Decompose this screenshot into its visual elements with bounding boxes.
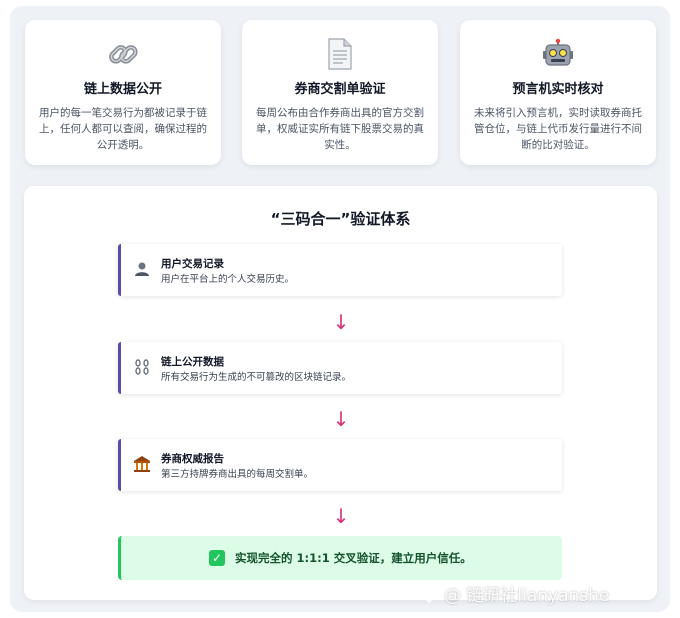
watermark-logo-icon [418, 582, 440, 604]
step-description: 用户在平台上的个人交易历史。 [161, 274, 295, 285]
feature-card-onchain: 链上数据公开 用户的每一笔交易行为都被记录于链上，任何人都可以查阅，确保过程的公… [25, 20, 221, 165]
bank-icon [133, 454, 151, 474]
verification-panel: “三码合一”验证体系 用户交易记录 用户在平台上的个人交易历史。 ↓ 链上公开数… [24, 186, 657, 600]
result-text: 实现完全的 1:1:1 交叉验证，建立用户信任。 [235, 551, 472, 565]
card-title: 券商交割单验证 [294, 82, 386, 97]
chain-icon [133, 357, 151, 377]
step-onchain-data: 链上公开数据 所有交易行为生成的不可篡改的区块链记录。 [118, 342, 562, 394]
step-title: 券商权威报告 [161, 453, 224, 465]
card-title: 链上数据公开 [83, 82, 162, 97]
chain-link-icon [25, 38, 221, 70]
down-arrow-icon: ↓ [332, 504, 350, 528]
card-description: 用户的每一笔交易行为都被记录于链上，任何人都可以查阅，确保过程的公开透明。 [39, 107, 207, 151]
user-icon [133, 259, 151, 279]
card-description: 每周公布由合作券商出具的官方交割单，权威证实所有链下股票交易的真实性。 [256, 107, 424, 151]
step-title: 用户交易记录 [161, 258, 224, 270]
step-title: 链上公开数据 [161, 356, 224, 368]
panel-title: “三码合一”验证体系 [270, 210, 411, 228]
step-description: 所有交易行为生成的不可篡改的区块链记录。 [161, 372, 352, 383]
card-title: 预言机实时核对 [512, 82, 604, 97]
feature-card-broker: 券商交割单验证 每周公布由合作券商出具的官方交割单，权威证实所有链下股票交易的真… [242, 20, 438, 165]
down-arrow-icon: ↓ [332, 310, 350, 334]
document-icon [242, 38, 438, 70]
watermark: @ 链研社lianyanshe [418, 580, 609, 606]
robot-icon [460, 38, 656, 70]
card-description: 未来将引入预言机，实时读取券商托管仓位，与链上代币发行量进行不间断的比对验证。 [474, 107, 642, 151]
step-broker-report: 券商权威报告 第三方持牌券商出具的每周交割单。 [118, 439, 562, 491]
feature-card-oracle: 预言机实时核对 未来将引入预言机，实时读取券商托管仓位，与链上代币发行量进行不间… [460, 20, 656, 165]
step-description: 第三方持牌券商出具的每周交割单。 [161, 469, 314, 480]
check-icon: ✓ [209, 550, 225, 566]
watermark-text: @ 链研社lianyanshe [444, 585, 610, 606]
result-banner: ✓ 实现完全的 1:1:1 交叉验证，建立用户信任。 [118, 536, 562, 580]
step-user-records: 用户交易记录 用户在平台上的个人交易历史。 [118, 244, 562, 296]
down-arrow-icon: ↓ [332, 407, 350, 431]
